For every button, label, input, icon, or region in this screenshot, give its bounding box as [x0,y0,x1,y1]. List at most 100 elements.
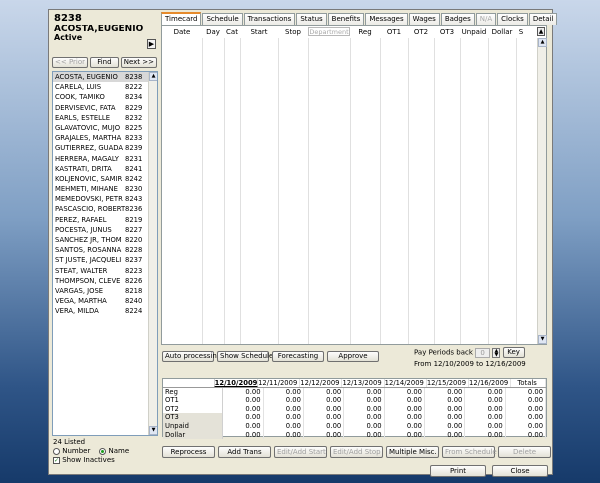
employee-list-item[interactable]: GRAJALES, MARTHA 8233 [53,133,157,143]
employee-list-name: ACOSTA, EUGENIO [55,73,118,81]
timecard-scrollbar[interactable]: ▲ ▼ [537,38,547,344]
employee-list-item[interactable]: DERVISEVIC, FATA 8229 [53,103,157,113]
timecard-grid[interactable]: Date Day Cat Start Stop Department Reg O… [161,25,547,345]
tab-clocks[interactable]: Clocks [497,13,528,25]
summary-cell: 0.00 [223,404,264,414]
employee-list-item[interactable]: ACOSTA, EUGENIO 8238 [53,72,157,83]
employee-list-id: 8220 [125,236,143,244]
sort-name-radio[interactable] [99,447,107,455]
tab-status[interactable]: Status [296,13,327,25]
from-schedule-button[interactable]: From Schedule [442,446,497,458]
window-buttons: Print Close [430,465,548,477]
employee-list-item[interactable]: PEREZ, RAFAEL 8219 [53,215,157,225]
expand-employee-button[interactable]: ▶ [147,39,156,49]
employee-list-item[interactable]: POCESTA, JUNUS 8227 [53,225,157,235]
summary-cell: 0.00 [385,387,425,397]
col-start: Start [250,28,268,36]
employee-list-item[interactable]: VERA, MILDA 8224 [53,306,157,316]
auto-processing-button[interactable]: Auto processing [162,351,221,362]
employee-list-item[interactable]: COOK, TAMIKO 8234 [53,92,157,102]
add-trans-button[interactable]: Add Trans [218,446,271,458]
tab-transactions[interactable]: Transactions [243,13,296,25]
employee-list-item[interactable]: VEGA, MARTHA 8240 [53,296,157,306]
employee-list-item[interactable]: GUTIERREZ, GUADA 8239 [53,143,157,153]
edit-add-start-button[interactable]: Edit/Add Start [274,446,327,458]
employee-list-item[interactable]: PASCASCIO, ROBERT 8236 [53,204,157,214]
multiple-misc-button[interactable]: Multiple Misc. [386,446,439,458]
summary-row: Reg 0.00 0.00 0.00 0.00 0.00 0.00 0.00 0.00 [163,387,547,397]
summary-cell: 0.00 [425,396,466,405]
employee-list-id: 8219 [125,215,143,224]
employee-list-item[interactable]: EARLS, ESTELLE 8232 [53,113,157,123]
summary-cell: 0.00 [385,421,425,431]
summary-row-label: OT2 [163,404,224,414]
employee-list-item[interactable]: HERRERA, MAGALY 8231 [53,154,157,164]
prior-button[interactable]: << Prior [52,57,89,68]
employee-list-name: MEMEDOVSKI, PETR [55,195,123,204]
tab-badges[interactable]: Badges [440,13,475,25]
show-inactives-checkbox[interactable]: ✓ [53,456,60,464]
col-department[interactable]: Department [308,27,350,36]
employee-list-item[interactable]: SANTOS, ROSANNA 8228 [53,245,157,255]
show-schedule-button[interactable]: Show Schedule [217,351,273,362]
employee-list-id: 8237 [125,256,143,265]
col-cat: Cat [226,28,238,36]
grid-options-button[interactable]: ▲ [537,27,545,36]
employee-list-id: 8240 [125,297,143,306]
employee-list-id: 8234 [125,93,143,102]
employee-list-item[interactable]: MEHMETI, MIHANE 8230 [53,184,157,194]
employee-list-name: COOK, TAMIKO [55,93,105,102]
key-button[interactable]: Key [502,347,525,358]
timecard-edit-buttons: Reprocess Add Trans Edit/Add Start Edit/… [162,446,551,458]
tab-detail[interactable]: Detail [528,13,558,25]
pay-periods-input[interactable]: 0 [475,347,491,358]
summary-cell: 0.00 [264,421,304,431]
employee-list-item[interactable]: KOLJENOVIC, SAMIR 8242 [53,174,157,184]
sort-number-radio[interactable] [53,447,60,455]
summary-cell: 0.00 [506,421,547,431]
next-button[interactable]: Next >> [120,57,157,68]
employee-list-item[interactable]: VARGAS, JOSE 8218 [53,286,157,296]
scroll-up-icon[interactable]: ▲ [538,38,547,47]
employee-list-scrollbar[interactable]: ▲ ▼ [148,72,157,435]
employee-list-item[interactable]: MEMEDOVSKI, PETR 8243 [53,194,157,204]
scroll-down-icon[interactable]: ▼ [149,426,157,435]
edit-add-stop-button[interactable]: Edit/Add Stop [330,446,383,458]
employee-list-item[interactable]: THOMPSON, CLEVE 8226 [53,276,157,286]
find-button[interactable]: Find [90,57,119,68]
tab-schedule[interactable]: Schedule [202,13,243,25]
employee-list-item[interactable]: ST JUSTE, JACQUELI 8237 [53,255,157,265]
employee-list-name: CARELA, LUIS [55,83,102,92]
reprocess-button[interactable]: Reprocess [162,446,215,458]
employee-list-id: 8226 [125,276,143,285]
summary-cell: 0.00 [425,430,466,440]
pay-periods-spinner[interactable]: ▲ ▼ [492,347,501,358]
employee-list-id: 8242 [125,174,143,183]
tab-messages[interactable]: Messages [365,13,408,25]
listed-count: 24 Listed [53,438,86,446]
employee-list[interactable]: ACOSTA, EUGENIO 8238 CARELA, LUIS 8222 COOK,… [52,71,158,436]
summary-date: 12/11/2009 [258,379,301,387]
employee-list-item[interactable]: GLAVATOVIC, MUJO 8225 [53,123,157,133]
employee-list-id: 8230 [125,185,143,194]
summary-cell: 0.00 [425,387,466,397]
scroll-down-icon[interactable]: ▼ [538,335,547,344]
employee-list-item[interactable]: STEAT, WALTER 8223 [53,266,157,276]
approve-button[interactable]: Approve [327,351,379,362]
tab-benefits[interactable]: Benefits [327,13,365,25]
delete-button[interactable]: Delete [498,446,551,458]
employee-list-item[interactable]: SANCHEZ JR, THOM 8220 [53,235,157,245]
employee-list-id: 8232 [125,113,143,122]
employee-list-item[interactable]: KASTRATI, DRITA 8241 [53,164,157,174]
employee-list-name: DERVISEVIC, FATA [55,103,116,112]
close-button[interactable]: Close [492,465,548,477]
employee-list-item[interactable]: CARELA, LUIS 8222 [53,82,157,92]
employee-timecard-window: 8238 ACOSTA,EUGENIO Active ▶ << Prior Fi… [48,9,558,477]
print-button[interactable]: Print [430,465,486,477]
summary-cell: 0.00 [385,430,425,440]
forecasting-button[interactable]: Forecasting [272,351,324,362]
tab-timecard[interactable]: Timecard [161,12,202,25]
tab-wages[interactable]: Wages [408,13,440,25]
scroll-up-icon[interactable]: ▲ [149,72,157,81]
employee-nav: << Prior Find Next >> [52,57,157,69]
